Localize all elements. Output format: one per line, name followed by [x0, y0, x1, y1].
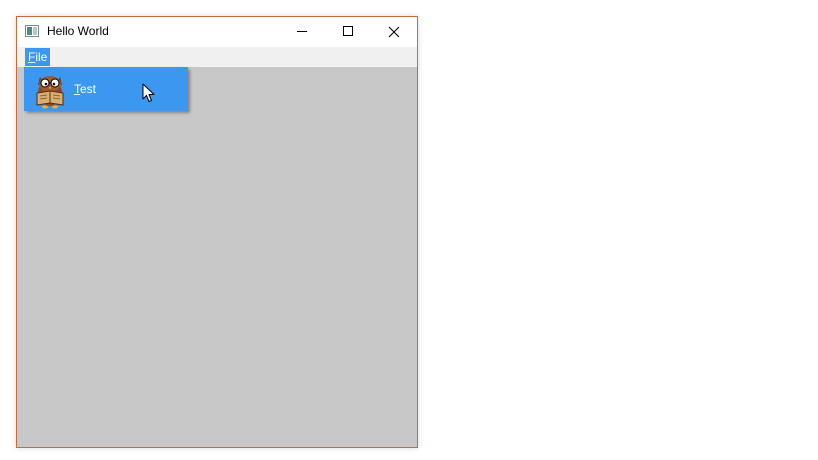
- app-window-icon: [25, 25, 39, 37]
- maximize-icon: [343, 26, 353, 36]
- menu-file[interactable]: File: [25, 48, 51, 66]
- close-button[interactable]: [371, 17, 417, 47]
- reading-owl-icon: [36, 76, 64, 109]
- minimize-icon: [297, 31, 307, 32]
- arrow-cursor-icon: [142, 83, 155, 102]
- minimize-button[interactable]: [279, 17, 325, 47]
- menu-item-test[interactable]: Test: [24, 67, 188, 111]
- title-bar[interactable]: Hello World: [17, 17, 417, 47]
- menu-item-test-label: Test: [74, 82, 96, 96]
- close-icon: [388, 26, 400, 38]
- menu-file-label: ile: [35, 50, 48, 64]
- menu-item-test-rest: est: [80, 82, 97, 96]
- maximize-button[interactable]: [325, 17, 371, 47]
- window-title: Hello World: [47, 24, 109, 38]
- menu-bar: File: [17, 47, 417, 67]
- file-menu-dropdown: Test: [24, 67, 188, 111]
